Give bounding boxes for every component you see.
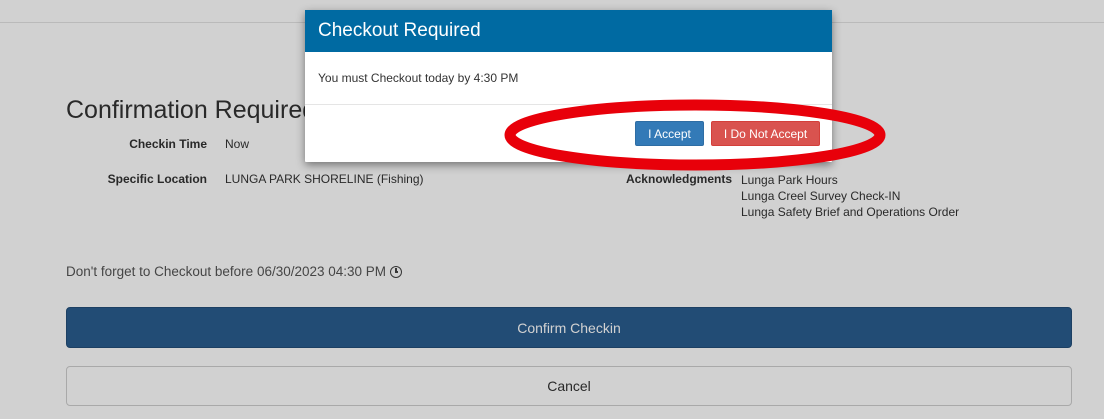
dialog-body: You must Checkout today by 4:30 PM bbox=[305, 52, 832, 105]
checkout-required-dialog: Checkout Required You must Checkout toda… bbox=[305, 10, 832, 162]
decline-button[interactable]: I Do Not Accept bbox=[711, 121, 820, 146]
dialog-message: You must Checkout today by 4:30 PM bbox=[318, 71, 519, 85]
dialog-header: Checkout Required bbox=[305, 10, 832, 52]
dialog-title: Checkout Required bbox=[318, 20, 481, 41]
accept-button[interactable]: I Accept bbox=[635, 121, 704, 146]
dialog-footer: I Accept I Do Not Accept bbox=[305, 105, 832, 162]
